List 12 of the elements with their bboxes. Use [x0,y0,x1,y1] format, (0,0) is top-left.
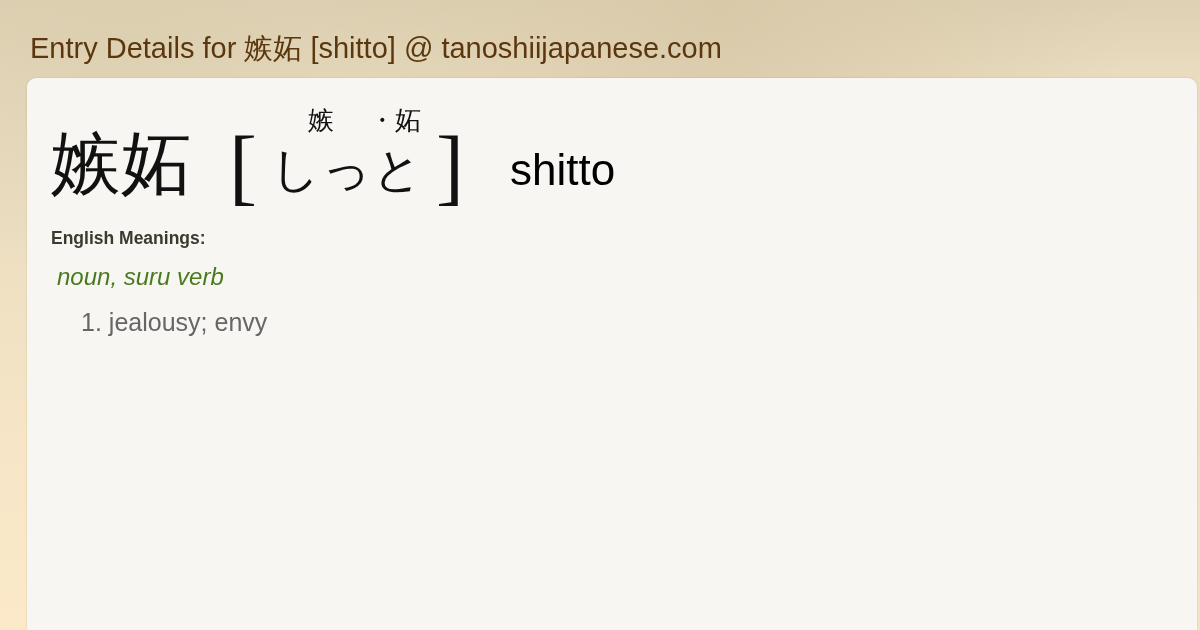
romaji-reading: shitto [509,145,616,195]
sense-number: 1. [81,307,102,337]
meanings-heading: English Meanings: [51,227,206,249]
kanji-mark: 嫉 [308,106,334,136]
close-bracket: ] [436,124,464,210]
part-of-speech: noun, suru verb [57,263,224,291]
kana-reading: しっと [271,142,424,198]
kanji-mark: ・妬 [369,106,421,136]
sense-text: jealousy; envy [108,307,268,337]
page-title: Entry Details for 嫉妬 [shitto] @ tanoshiijapanese.com [30,31,722,65]
headword: 嫉妬 [51,125,191,203]
open-bracket: [ [229,124,257,210]
